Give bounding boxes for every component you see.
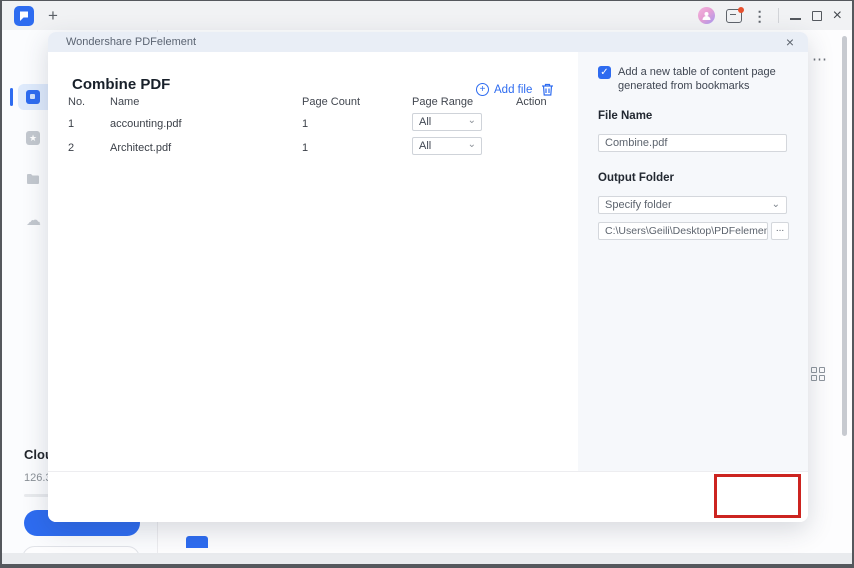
minimize-button[interactable] — [789, 17, 801, 20]
notification-dot — [737, 6, 744, 13]
dialog-title: Wondershare PDFelement — [66, 36, 197, 48]
window-border — [0, 564, 854, 568]
page-range-select[interactable]: All ⌄ — [412, 113, 482, 131]
page-range-value: All — [419, 116, 432, 128]
cloud-icon: ☁ — [26, 212, 41, 229]
feedback-icon[interactable] — [725, 6, 744, 23]
dialog-footer: Apply — [48, 471, 808, 522]
new-tab-button[interactable]: + — [44, 4, 62, 28]
pdfelement-logo-icon — [18, 10, 30, 22]
dialog-close-button[interactable]: × — [781, 33, 799, 51]
dialog-heading: Combine PDF — [72, 76, 171, 93]
col-header-no: No. — [68, 96, 86, 108]
partial-file-icon — [186, 536, 208, 548]
row-page-count: 1 — [302, 142, 309, 154]
divider — [777, 8, 779, 23]
row-no: 2 — [68, 142, 75, 154]
chevron-down-icon: ⌄ — [467, 139, 476, 150]
row-file-name: accounting.pdf — [110, 118, 182, 130]
app-tab[interactable] — [14, 6, 34, 26]
toc-checkbox-label: Add a new table of content page generate… — [618, 66, 776, 92]
highlight-annotation — [714, 474, 801, 518]
col-header-action: Action — [516, 96, 547, 108]
maximize-button[interactable] — [811, 10, 822, 21]
window-border — [0, 0, 854, 1]
toc-checkbox[interactable]: ✓ — [598, 66, 611, 79]
add-file-label: Add file — [494, 83, 533, 96]
browse-folder-button[interactable]: ... — [771, 222, 789, 240]
folder-mode-value: Specify folder — [605, 199, 672, 211]
row-file-name: Architect.pdf — [110, 142, 172, 154]
file-name-label: File Name — [598, 110, 653, 122]
row-no: 1 — [68, 118, 75, 130]
file-name-input[interactable]: Combine.pdf — [598, 134, 787, 152]
col-header-page-range: Page Range — [412, 96, 474, 108]
active-indicator — [10, 88, 13, 106]
dialog-title-bar: Wondershare PDFelement × — [48, 32, 808, 52]
grid-view-icon[interactable] — [811, 367, 826, 382]
scrollbar[interactable] — [842, 36, 847, 436]
more-options-icon[interactable]: ⋯ — [812, 50, 828, 68]
col-header-name: Name — [110, 96, 140, 108]
folder-mode-select[interactable]: Specify folder ⌄ — [598, 196, 787, 214]
title-bar: + ⋮ × — [2, 1, 852, 30]
col-header-page-count: Page Count — [302, 96, 361, 108]
page-range-select[interactable]: All ⌄ — [412, 137, 482, 155]
document-icon — [26, 90, 40, 104]
chevron-down-icon: ⌄ — [771, 199, 780, 210]
row-page-count: 1 — [302, 118, 309, 130]
output-folder-label: Output Folder — [598, 172, 675, 184]
window-border — [0, 0, 2, 568]
add-file-button[interactable]: + Add file — [476, 83, 532, 96]
delete-icon[interactable] — [540, 82, 555, 97]
kebab-menu-icon[interactable]: ⋮ — [753, 9, 767, 23]
combine-pdf-dialog: Wondershare PDFelement × Combine PDF + A… — [48, 32, 808, 522]
account-avatar[interactable] — [697, 7, 715, 24]
close-window-button[interactable]: × — [833, 7, 842, 24]
folder-icon — [26, 173, 40, 185]
app-window: + ⋮ × R ★ St R ☁ — [0, 0, 854, 568]
folder-path-input[interactable]: C:\Users\Geili\Desktop\PDFelement\Cc — [598, 222, 768, 240]
page-range-value: All — [419, 140, 432, 152]
file-list-pane: Combine PDF + Add file No. Name Page Cou… — [48, 52, 578, 471]
star-icon: ★ — [26, 131, 40, 145]
output-options-pane: ✓ Add a new table of content page genera… — [578, 52, 808, 471]
chevron-down-icon: ⌄ — [467, 115, 476, 126]
add-circle-icon: + — [476, 83, 489, 96]
